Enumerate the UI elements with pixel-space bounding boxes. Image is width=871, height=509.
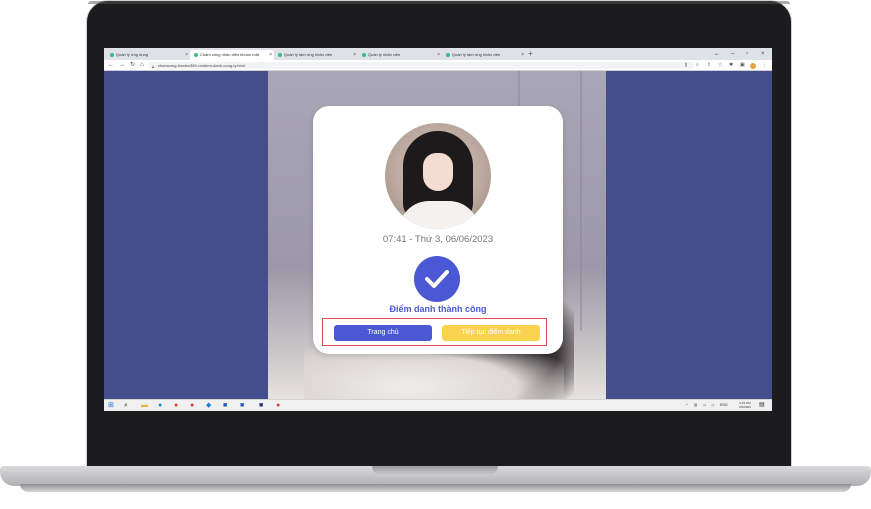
close-tab-icon[interactable]: × (521, 50, 524, 60)
new-tab-icon[interactable]: + (528, 49, 533, 59)
forward-icon[interactable]: → (119, 60, 125, 71)
tab-favicon-icon (194, 53, 198, 57)
browser-tab[interactable]: Quản lý nhân viên × (358, 50, 442, 60)
edge-icon[interactable]: ● (158, 401, 162, 411)
close-icon[interactable]: × (761, 49, 765, 59)
status-message: Điểm danh thành công (389, 304, 487, 314)
tab-favicon-icon (278, 53, 282, 57)
app-icon[interactable]: ■ (259, 401, 263, 411)
close-tab-icon[interactable]: × (269, 50, 272, 60)
file-explorer-icon[interactable]: ▬ (141, 401, 148, 411)
profile-face (423, 153, 453, 191)
app-icon[interactable]: ● (276, 401, 280, 411)
word-icon[interactable]: ■ (240, 401, 244, 411)
laptop-base-bottom (20, 484, 851, 492)
back-icon[interactable]: ← (108, 60, 114, 71)
chevron-down-icon[interactable]: ⌄ (714, 49, 719, 59)
page-content: 07:41 - Thứ 3, 06/06/2023 Điểm danh thàn… (104, 71, 772, 399)
browser-tab[interactable]: Quản lý tạm ứng nhân viên × (274, 50, 358, 60)
home-button[interactable]: Trang chủ (334, 325, 432, 341)
volume-icon[interactable]: ◁ (711, 400, 714, 411)
attendance-result-card: 07:41 - Thứ 3, 06/06/2023 Điểm danh thàn… (313, 106, 563, 354)
notification-icon[interactable]: ▤ (759, 400, 765, 411)
laptop-base-notch (372, 466, 498, 475)
tab-label: Quản lý nhân viên (368, 52, 401, 57)
tab-favicon-icon (110, 53, 114, 57)
battery-icon[interactable]: ▭ (703, 400, 706, 411)
sidepanel-icon[interactable]: ▣ (740, 60, 745, 71)
tab-label: Chấm công nhận diện khuôn mặt (200, 52, 259, 57)
close-tab-icon[interactable]: × (185, 50, 188, 60)
tab-label: Quản lý tạm ứng nhân viên (284, 52, 333, 57)
chrome-icon[interactable]: ● (174, 401, 178, 411)
browser-tab-bar: Quản lý ứng dụng × Chấm công nhận diện k… (104, 48, 772, 60)
reload-icon[interactable]: ↻ (130, 60, 135, 71)
windows-taskbar: ⊞ ⌕ ▬ ● ● ● ◆ ■ ■ ■ ● ^ ▥ ▭ ◁ ENG 9:01 P… (104, 399, 772, 411)
url-text: chamcong.timviec365.vn/diem-danh-cong-ty… (158, 63, 245, 68)
profile-photo (385, 123, 491, 229)
app-icon[interactable]: ◆ (206, 401, 211, 411)
minimize-icon[interactable]: – (731, 49, 734, 59)
continue-attendance-button[interactable]: Tiếp tục điểm danh (442, 325, 540, 341)
browser-tab[interactable]: Quản lý tạm ứng nhân viên × (442, 50, 526, 60)
windows-start-icon[interactable]: ⊞ (108, 401, 114, 411)
taskbar-clock[interactable]: 9:01 PM 6/5/2023 (734, 401, 756, 409)
app-icon[interactable]: ● (190, 401, 194, 411)
search-icon[interactable]: ⌕ (124, 401, 128, 411)
tab-favicon-icon (446, 53, 450, 57)
key-icon[interactable]: ⚷ (684, 60, 688, 71)
laptop-bezel (88, 1, 790, 4)
tray-chevron-icon[interactable]: ^ (686, 400, 688, 411)
attendance-datetime: 07:41 - Thứ 3, 06/06/2023 (382, 234, 494, 245)
url-input[interactable]: 🔒︎ chamcong.timviec365.vn/diem-danh-cong… (148, 62, 694, 69)
tab-favicon-icon (362, 53, 366, 57)
browser-address-bar: ← → ↻ ⌂ 🔒︎ chamcong.timviec365.vn/diem-d… (104, 60, 772, 71)
browser-tab-active[interactable]: Chấm công nhận diện khuôn mặt × (190, 50, 274, 60)
network-icon[interactable]: ▥ (694, 400, 697, 411)
button-group: Trang chủ Tiếp tục điểm danh (322, 318, 547, 346)
tab-label: Quản lý ứng dụng (116, 52, 149, 57)
check-icon (414, 256, 460, 302)
share-icon[interactable]: ⇪ (707, 60, 711, 71)
extensions-icon[interactable]: ✱ (729, 60, 733, 71)
language-indicator[interactable]: ENG (720, 400, 728, 411)
app-icon[interactable]: ■ (223, 401, 227, 411)
home-icon[interactable]: ⌂ (140, 60, 144, 71)
close-tab-icon[interactable]: × (437, 50, 440, 60)
taskbar-date: 6/5/2023 (739, 405, 751, 409)
lock-icon: 🔒︎ (152, 64, 155, 69)
maximize-icon[interactable]: ▫ (746, 49, 748, 59)
menu-icon[interactable]: ⋮ (762, 60, 767, 71)
close-tab-icon[interactable]: × (353, 50, 356, 60)
star-icon[interactable]: ☆ (718, 60, 722, 71)
zoom-icon[interactable]: ⌕ (696, 60, 699, 71)
laptop-screen: Quản lý ứng dụng × Chấm công nhận diện k… (104, 48, 772, 411)
tab-label: Quản lý tạm ứng nhân viên (452, 52, 501, 57)
browser-tab[interactable]: Quản lý ứng dụng × (106, 50, 190, 60)
profile-avatar[interactable] (750, 63, 756, 69)
